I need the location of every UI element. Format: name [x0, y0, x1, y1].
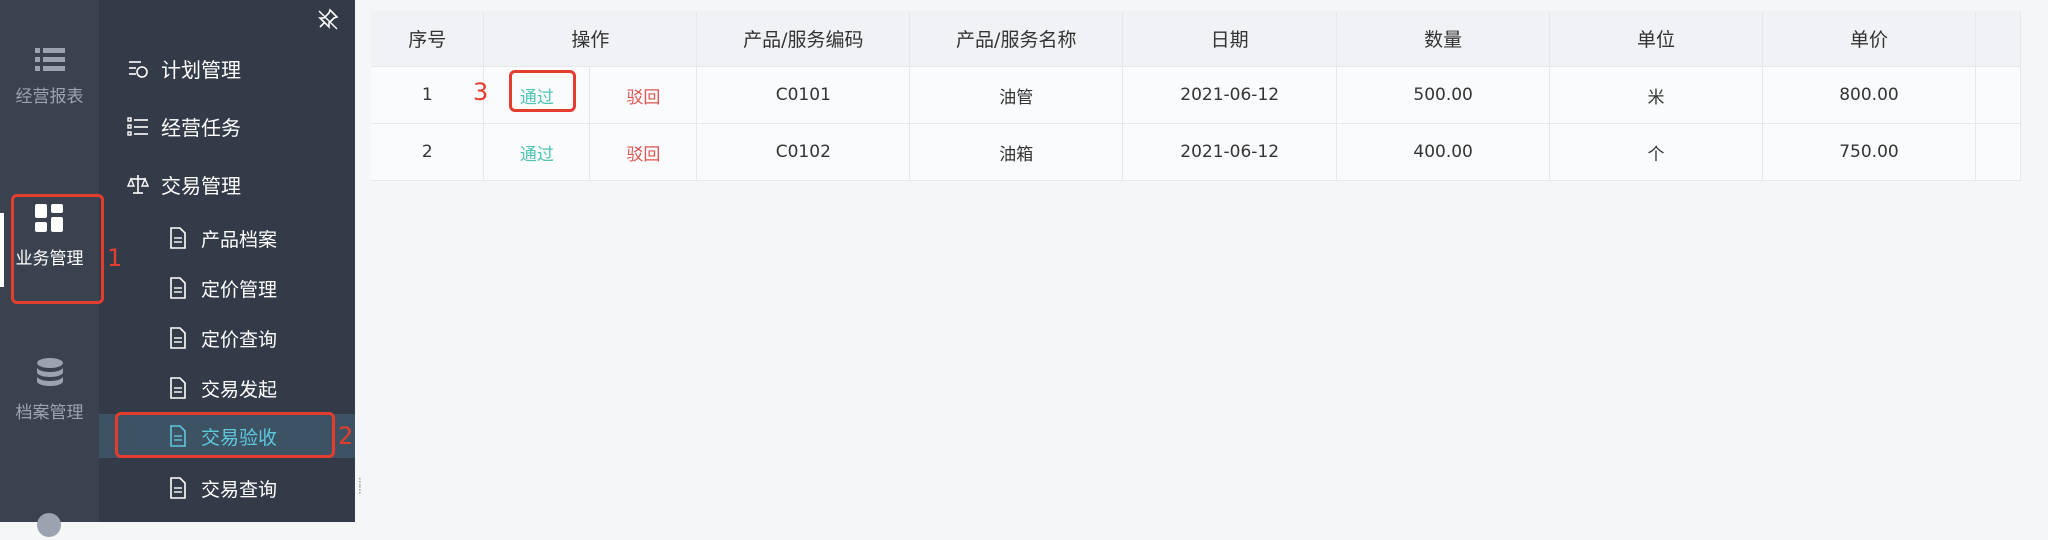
- menu-label-trade: 交易管理: [161, 173, 241, 198]
- cell-extra: [1975, 66, 2022, 124]
- cell-price: 750.00: [1762, 123, 1976, 181]
- pass-button[interactable]: 通过: [520, 145, 554, 165]
- database-icon: [36, 358, 63, 386]
- annotation-number-2: 2: [338, 422, 354, 450]
- reject-button[interactable]: 驳回: [626, 88, 660, 108]
- menu-label-tasks: 经营任务: [161, 115, 241, 140]
- col-header-actions[interactable]: 操作: [483, 11, 698, 67]
- submenu-label: 产品档案: [201, 228, 278, 251]
- annotation-box-3: [509, 70, 576, 112]
- plan-icon: [129, 61, 148, 78]
- col-header-date[interactable]: 日期: [1122, 11, 1338, 67]
- submenu-label: 定价管理: [201, 278, 278, 301]
- cell-date: 2021-06-12: [1122, 66, 1338, 124]
- table-row: 2 通过 驳回 C0102 油箱 2021-06-12 400.00 个 750…: [371, 123, 2022, 181]
- document-icon: [170, 227, 186, 249]
- menu-item-trade[interactable]: 交易管理: [99, 162, 355, 206]
- cell-extra: [1975, 123, 2022, 181]
- scale-icon: [127, 175, 149, 194]
- submenu-label: 交易发起: [201, 378, 278, 401]
- cell-reject: 驳回: [589, 66, 698, 124]
- rail-label-reports: 经营报表: [15, 87, 84, 107]
- document-icon: [170, 327, 186, 349]
- col-header-unit[interactable]: 单位: [1549, 11, 1764, 67]
- submenu-item-trade-initiate[interactable]: 交易发起: [99, 366, 355, 410]
- cell-qty: 400.00: [1336, 123, 1551, 181]
- submenu-item-price-query[interactable]: 定价查询: [99, 316, 355, 360]
- resize-handle[interactable]: ⁝ ⁝: [358, 476, 364, 498]
- annotation-box-2: [115, 412, 335, 458]
- col-header-index[interactable]: 序号: [371, 11, 485, 67]
- list-icon: [34, 48, 65, 71]
- annotation-number-1: 1: [107, 244, 123, 272]
- cell-unit: 个: [1549, 123, 1764, 181]
- col-header-name[interactable]: 产品/服务名称: [909, 11, 1124, 67]
- document-icon: [170, 477, 186, 499]
- cell-index: 1: [371, 66, 485, 124]
- col-header-code[interactable]: 产品/服务编码: [696, 11, 911, 67]
- cell-name: 油管: [909, 66, 1124, 124]
- cell-unit: 米: [1549, 66, 1764, 124]
- annotation-box-1: [11, 194, 104, 304]
- submenu-item-trade-query[interactable]: 交易查询: [99, 466, 355, 510]
- reject-button[interactable]: 驳回: [626, 145, 660, 165]
- rail-label-archives: 档案管理: [15, 403, 84, 423]
- submenu-label: 交易查询: [201, 478, 278, 501]
- menu-label-plan: 计划管理: [161, 57, 241, 82]
- cell-reject: 驳回: [589, 123, 698, 181]
- pin-icon[interactable]: [317, 8, 339, 30]
- submenu-item-product-archive[interactable]: 产品档案: [99, 216, 355, 260]
- cell-name: 油箱: [909, 123, 1124, 181]
- acceptance-table: 序号 操作 产品/服务编码 产品/服务名称 日期 数量 单位 单价 1 通过 驳…: [371, 11, 2022, 181]
- data-table: 序号 操作 产品/服务编码 产品/服务名称 日期 数量 单位 单价 1 通过 驳…: [371, 11, 2022, 181]
- gear-icon[interactable]: [34, 510, 64, 540]
- task-list-icon: [127, 117, 148, 136]
- cell-index: 2: [371, 123, 485, 181]
- menu-item-plan[interactable]: 计划管理: [99, 46, 355, 90]
- col-header-qty[interactable]: 数量: [1336, 11, 1551, 67]
- cell-code: C0101: [696, 66, 911, 124]
- document-icon: [170, 277, 186, 299]
- cell-date: 2021-06-12: [1122, 123, 1338, 181]
- table-header-row: 序号 操作 产品/服务编码 产品/服务名称 日期 数量 单位 单价: [371, 11, 2022, 67]
- submenu-label: 定价查询: [201, 328, 278, 351]
- annotation-number-3: 3: [473, 78, 489, 106]
- table-row: 1 通过 驳回 C0101 油管 2021-06-12 500.00 米 800…: [371, 66, 2022, 124]
- rail-item-reports[interactable]: 经营报表: [0, 46, 99, 107]
- rail-item-archives[interactable]: 档案管理: [0, 358, 99, 423]
- col-header-price[interactable]: 单价: [1762, 11, 1976, 67]
- cell-qty: 500.00: [1336, 66, 1551, 124]
- cell-pass: 通过: [483, 123, 591, 181]
- cell-code: C0102: [696, 123, 911, 181]
- submenu-item-pricing[interactable]: 定价管理: [99, 266, 355, 310]
- menu-item-tasks[interactable]: 经营任务: [99, 104, 355, 148]
- cell-price: 800.00: [1762, 66, 1976, 124]
- document-icon: [170, 377, 186, 399]
- col-header-extra: [1975, 11, 2022, 67]
